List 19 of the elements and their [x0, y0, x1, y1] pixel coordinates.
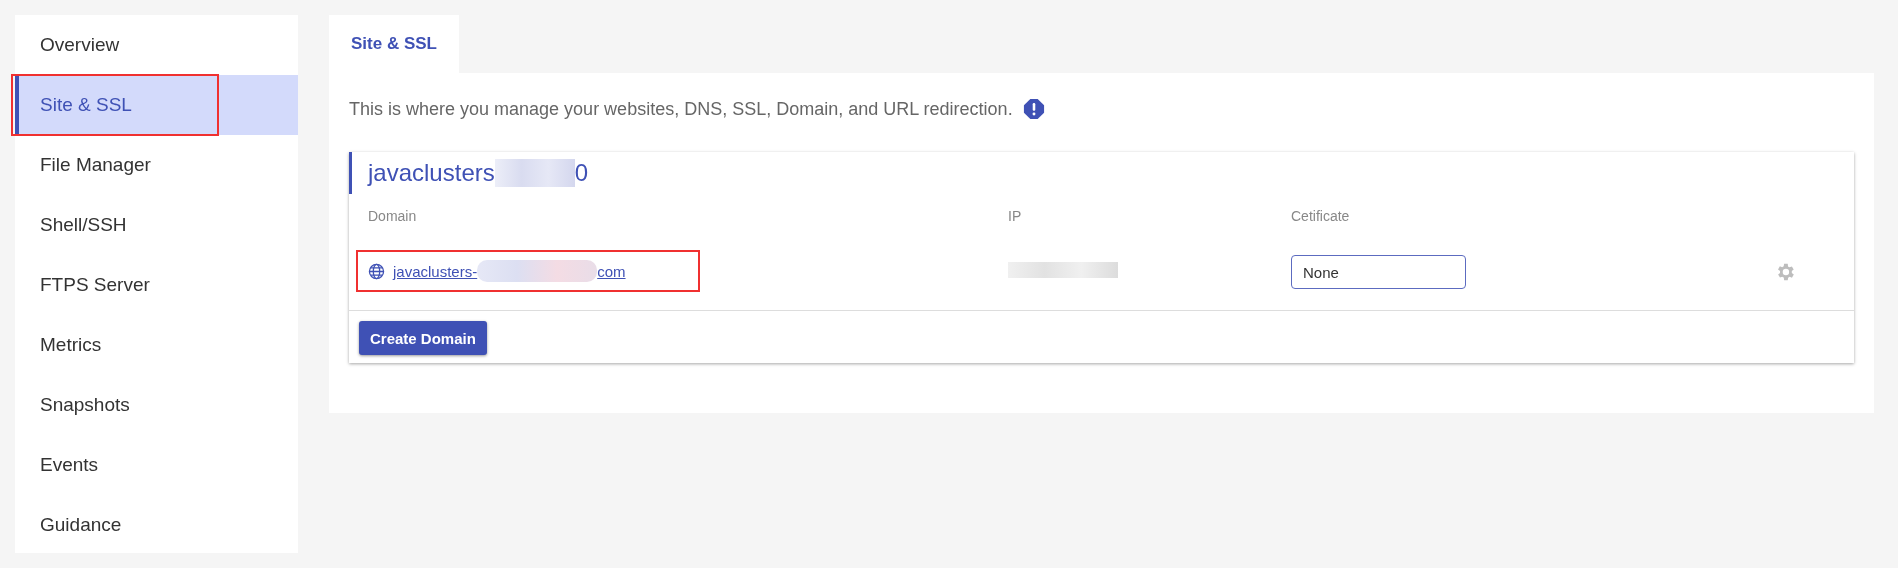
- globe-icon: [368, 262, 385, 280]
- sidebar-item[interactable]: Metrics: [15, 315, 298, 375]
- sidebar-item[interactable]: Guidance: [15, 495, 298, 555]
- tab[interactable]: Site & SSL: [329, 15, 459, 73]
- sidebar-item[interactable]: Overview: [15, 15, 298, 75]
- certificate-select[interactable]: None: [1291, 255, 1466, 289]
- sidebar-item[interactable]: Shell/SSH: [15, 195, 298, 255]
- site-title: 0: [574, 159, 589, 187]
- column-header: Domain: [368, 208, 418, 224]
- description-text: This is where you manage your websites, DNS, SSL, Domain, and URL redirection.: [349, 98, 1013, 120]
- sidebar-item[interactable]: Snapshots: [15, 375, 298, 435]
- column-header: Cetificate: [1291, 208, 1351, 224]
- sidebar-item[interactable]: Events: [15, 435, 298, 495]
- site-title: javaclusters: [368, 159, 495, 187]
- sidebar-item[interactable]: FTPS Server: [15, 255, 298, 315]
- sidebar-item[interactable]: File Manager: [15, 135, 298, 195]
- create-domain-button[interactable]: Create Domain: [359, 321, 487, 355]
- alert-icon[interactable]: [1022, 98, 1045, 120]
- column-header: IP: [1008, 208, 1023, 224]
